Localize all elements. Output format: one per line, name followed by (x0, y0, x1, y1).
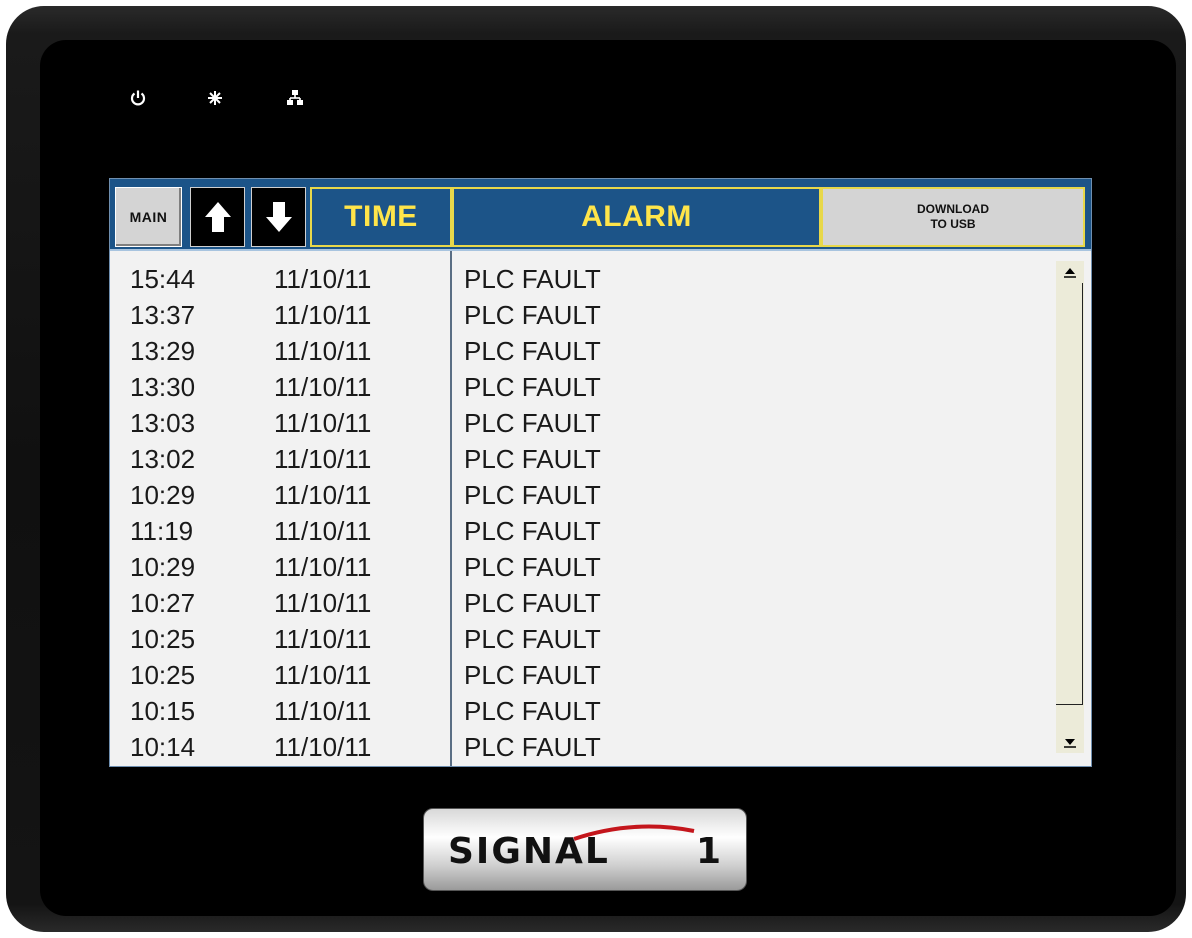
alarm-time: 10:25 (130, 624, 196, 654)
activity-star-icon (205, 88, 225, 108)
list-item[interactable]: 10:14 11/10/11 PLC FAULT (110, 732, 1050, 766)
alarm-date: 11/10/11 (274, 588, 372, 618)
brand-number: 1 (696, 831, 722, 872)
scroll-down-button[interactable] (251, 187, 306, 247)
list-item[interactable]: 10:15 11/10/11 PLC FAULT (110, 696, 1050, 732)
alarm-time: 10:29 (130, 480, 196, 510)
network-icon (285, 88, 305, 108)
alarm-text: PLC FAULT (464, 696, 601, 726)
alarm-date: 11/10/11 (274, 300, 372, 330)
list-item[interactable]: 11:19 11/10/11 PLC FAULT (110, 516, 1050, 552)
scrollbar-thumb[interactable] (1056, 283, 1083, 705)
main-button[interactable]: MAIN (115, 187, 182, 247)
alarm-date: 11/10/11 (274, 732, 372, 762)
alarm-date: 11/10/11 (274, 336, 372, 366)
download-to-usb-button[interactable]: DOWNLOAD TO USB (821, 187, 1085, 247)
alarm-time: 15:44 (130, 264, 196, 294)
list-item[interactable]: 13:29 11/10/11 PLC FAULT (110, 336, 1050, 372)
alarm-text: PLC FAULT (464, 264, 601, 294)
list-item[interactable]: 10:25 11/10/11 PLC FAULT (110, 624, 1050, 660)
alarm-text: PLC FAULT (464, 300, 601, 330)
alarm-text: PLC FAULT (464, 408, 601, 438)
list-item[interactable]: 13:03 11/10/11 PLC FAULT (110, 408, 1050, 444)
list-item[interactable]: 10:29 11/10/11 PLC FAULT (110, 480, 1050, 516)
brand-logo: SIGNAL 1 (423, 808, 747, 891)
alarm-time: 10:29 (130, 552, 196, 582)
alarm-text: PLC FAULT (464, 732, 601, 762)
power-icon (128, 88, 148, 108)
list-item[interactable]: 10:27 11/10/11 PLC FAULT (110, 588, 1050, 624)
alarm-text: PLC FAULT (464, 588, 601, 618)
usb-label-line1: DOWNLOAD (917, 202, 989, 216)
alarm-time: 11:19 (130, 516, 194, 546)
alarm-date: 11/10/11 (274, 516, 372, 546)
alarm-date: 11/10/11 (274, 372, 372, 402)
alarm-column-header: ALARM (452, 187, 821, 247)
arrow-down-icon (265, 202, 292, 232)
alarm-date: 11/10/11 (274, 624, 372, 654)
alarm-date: 11/10/11 (274, 264, 372, 294)
alarm-date: 11/10/11 (274, 696, 372, 726)
alarm-text: PLC FAULT (464, 660, 601, 690)
alarm-date: 11/10/11 (274, 408, 372, 438)
brand-name: SIGNAL (448, 831, 610, 872)
list-item[interactable]: 15:44 11/10/11 PLC FAULT (110, 264, 1050, 300)
scroll-down-arrow-icon[interactable] (1058, 731, 1082, 753)
list-item[interactable]: 13:30 11/10/11 PLC FAULT (110, 372, 1050, 408)
alarm-time: 10:14 (130, 732, 196, 762)
alarm-screen: MAIN TIME ALARM DOWNLOAD TO USB 15:44 11/… (109, 178, 1092, 767)
list-item[interactable]: 10:29 11/10/11 PLC FAULT (110, 552, 1050, 588)
alarm-text: PLC FAULT (464, 372, 601, 402)
vertical-scrollbar[interactable] (1056, 261, 1084, 753)
alarm-time: 10:27 (130, 588, 196, 618)
alarm-date: 11/10/11 (274, 444, 372, 474)
alarm-time: 13:03 (130, 408, 196, 438)
alarm-time: 10:15 (130, 696, 196, 726)
arrow-up-icon (204, 202, 231, 232)
alarm-text: PLC FAULT (464, 516, 601, 546)
scroll-up-arrow-icon[interactable] (1058, 261, 1082, 283)
usb-label-line2: TO USB (930, 217, 976, 231)
list-item[interactable]: 10:25 11/10/11 PLC FAULT (110, 660, 1050, 696)
alarm-date: 11/10/11 (274, 660, 372, 690)
alarm-text: PLC FAULT (464, 552, 601, 582)
list-item[interactable]: 13:37 11/10/11 PLC FAULT (110, 300, 1050, 336)
alarm-time: 13:37 (130, 300, 196, 330)
alarm-text: PLC FAULT (464, 444, 601, 474)
alarm-text: PLC FAULT (464, 336, 601, 366)
scroll-up-button[interactable] (190, 187, 245, 247)
alarm-time: 10:25 (130, 660, 196, 690)
time-column-header: TIME (310, 187, 452, 247)
alarm-header: MAIN TIME ALARM DOWNLOAD TO USB (110, 179, 1091, 251)
alarm-date: 11/10/11 (274, 480, 372, 510)
alarm-time: 13:30 (130, 372, 196, 402)
list-item[interactable]: 13:02 11/10/11 PLC FAULT (110, 444, 1050, 480)
alarm-text: PLC FAULT (464, 480, 601, 510)
alarm-time: 13:02 (130, 444, 196, 474)
alarm-list[interactable]: 15:44 11/10/11 PLC FAULT 13:37 11/10/11 PLC … (110, 251, 1091, 766)
alarm-text: PLC FAULT (464, 624, 601, 654)
alarm-date: 11/10/11 (274, 552, 372, 582)
alarm-time: 13:29 (130, 336, 196, 366)
